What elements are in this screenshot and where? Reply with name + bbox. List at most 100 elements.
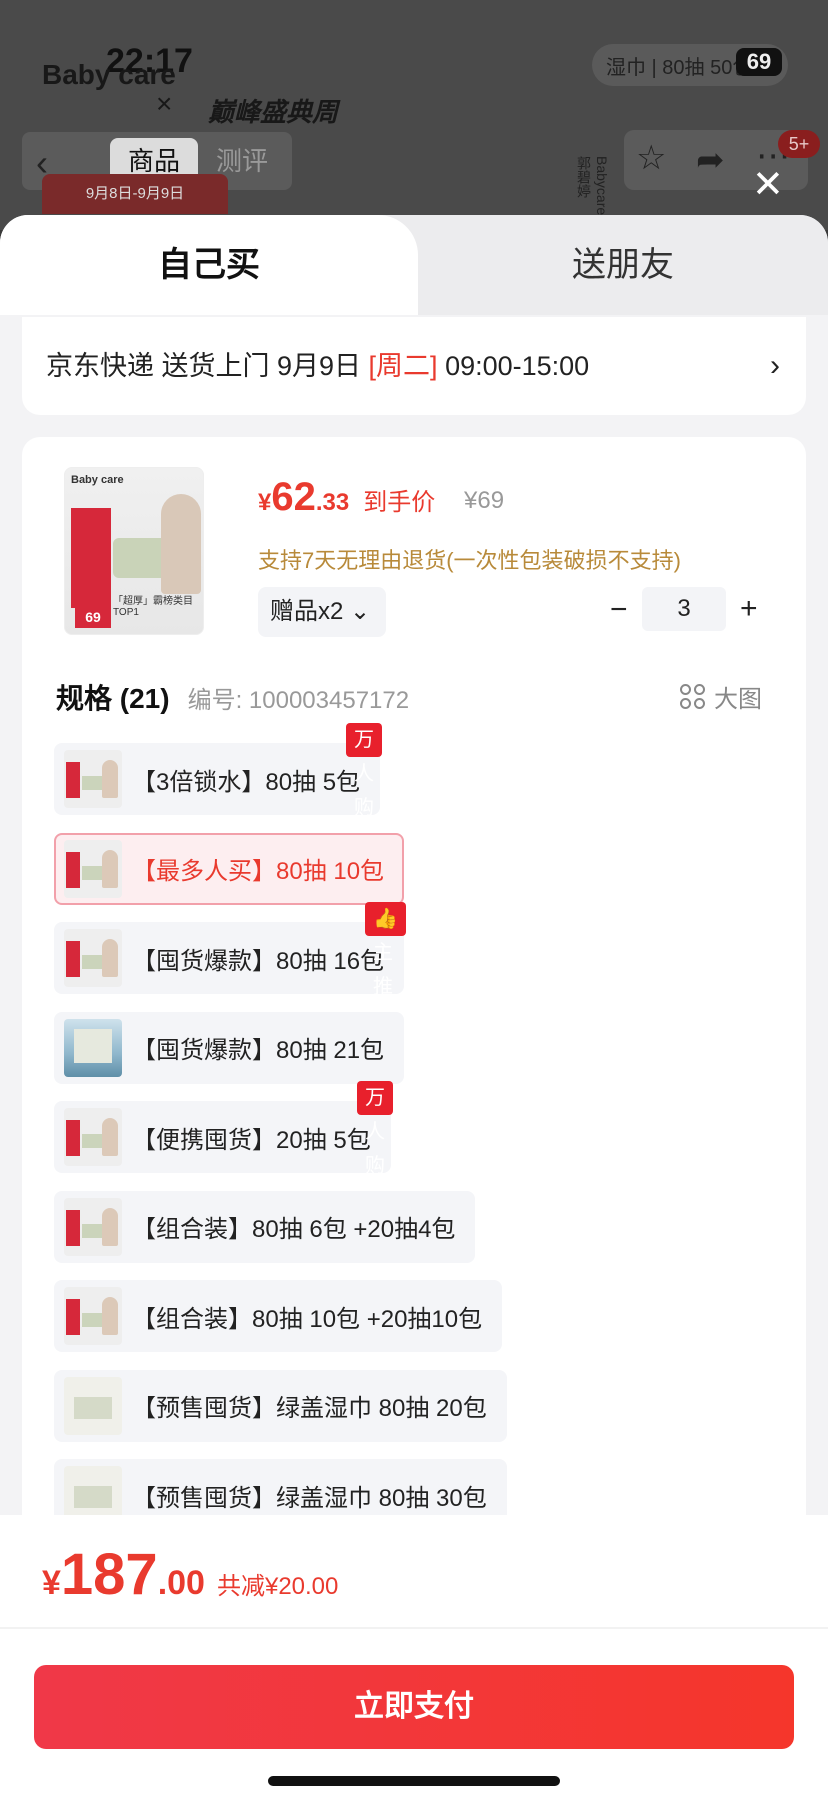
message-badge: 5+ [778,130,820,158]
bigpic-label: 大图 [714,686,762,713]
spec-option-label: 【组合装】80抽 6包 +20抽4包 [132,1216,456,1243]
spec-option-label: 【囤货爆款】80抽 16包 [132,947,385,975]
total-symbol: ¥ [42,1564,61,1602]
delivery-text: 京东快递 送货上门 9月9日 [46,351,369,381]
price-symbol: ¥ [258,489,272,516]
spec-thumbnail [64,1018,122,1077]
thumb-part [74,1396,112,1419]
spec-option-label: 【最多人买】80抽 10包 [132,858,385,885]
thumb-logo: Baby care [71,474,124,486]
thumb-part [82,1223,104,1238]
spec-thumbnail [64,1197,122,1256]
footer-divider [0,1627,828,1629]
thumb-part [66,941,80,977]
thumb-part [102,1207,118,1246]
spec-header: 规格 (21) 编号: 100003457172 [56,677,409,717]
background-page: 22:17 湿巾 | 80抽 50包 69 Baby care × 巅峰盛典周 … [0,0,828,230]
total-saving: 共减¥20.00 [216,1573,339,1600]
quantity-input[interactable]: 3 [642,587,726,631]
hot-badge: 万人购买 [346,723,382,853]
spec-option-label: 【囤货爆款】80抽 21包 [132,1037,385,1064]
thumb-red-block [71,508,111,608]
tab-send-friend[interactable]: 送朋友 [418,215,828,315]
spec-option[interactable]: 【组合装】80抽 10包 +20抽10包 [54,1280,503,1352]
original-price: ¥69 [464,487,505,514]
thumb-part [66,851,80,888]
brand-logo: Baby care [42,59,176,90]
brand-cross: × [156,88,173,119]
thumb-part [102,939,118,977]
qty-plus-button[interactable]: + [740,587,758,631]
spec-option[interactable]: 【囤货爆款】80抽 16包 [54,922,405,994]
spec-option[interactable]: 【最多人买】80抽 10包 [54,832,405,905]
hot-badge: 万人购买 [357,1081,393,1211]
chevron-right-icon: › [770,349,780,382]
thumb-part [102,1118,118,1156]
spec-thumbnail [64,929,122,987]
spec-option[interactable]: 【囤货爆款】80抽 21包 [54,1011,405,1084]
spec-thumbnail [64,1287,122,1345]
home-indicator [268,1776,560,1786]
thumb-part [74,1486,112,1508]
thumb-part [82,776,104,790]
spec-option[interactable]: 【组合装】80抽 6包 +20抽4包 [54,1190,476,1263]
total-decimal: .00 [157,1564,205,1602]
thumb-part [102,1297,118,1335]
badge-text: 主推 [373,942,393,998]
thumb-part [66,1299,80,1335]
tab-buy-self[interactable]: 自己买 [0,215,418,315]
price-label: 到手价 [363,489,436,516]
spec-thumbnail [64,1108,122,1166]
star-icon[interactable]: ☆ [636,138,666,178]
date-badge: 9月8日-9月9日 [42,174,228,214]
spec-option[interactable]: 【3倍锁水】80抽 5包 [54,743,381,815]
spec-thumbnail [64,839,122,898]
price-decimal: .33 [315,489,350,516]
delivery-weekday: [周二] [368,351,438,381]
thumb-part [74,1028,112,1063]
delivery-time: 09:00-15:00 [437,351,590,381]
product-card: Baby care 「超厚」霸榜类目TOP1 69 ¥ 62 .33 到手价 ¥… [22,437,806,1587]
grid-icon [680,683,706,710]
thumb-person [161,494,201,594]
thumb-part [66,1209,80,1246]
return-policy: 支持7天无理由退货(一次性包装破损不支持) [258,548,681,573]
thumb-label: 「超厚」霸榜类目TOP1 [113,596,193,618]
qty-minus-button[interactable]: − [610,587,628,633]
thumbs-up-icon: 👍 [373,908,398,930]
thumb-part [102,760,118,798]
campaign-logo: 巅峰盛典周 [208,97,339,127]
thumb-part [82,955,104,969]
buy-tabs: 自己买 送朋友 [0,215,828,315]
spec-option-label: 【3倍锁水】80抽 5包 [132,768,361,796]
thumb-part [102,849,118,888]
total-integer: 187 [60,1542,158,1607]
price-row: ¥ 62 .33 到手价 [258,475,435,520]
thumb-part [66,762,80,798]
spec-option-label: 【组合装】80抽 10包 +20抽10包 [132,1305,483,1333]
gift-selector[interactable]: 赠品x2 ⌄ [258,587,386,637]
thumb-part [82,865,104,880]
product-image[interactable]: Baby care 「超厚」霸榜类目TOP1 69 [64,467,204,635]
recommend-badge: 👍 主推 [365,902,406,998]
spec-option[interactable]: 【便携囤货】20抽 5包 [54,1101,391,1173]
share-icon[interactable]: ➦ [696,140,725,180]
spec-option[interactable]: 【预售囤货】绿盖湿巾 80抽 20包 [54,1369,507,1442]
pay-now-button[interactable]: 立即支付 [34,1665,794,1749]
thumb-price: 69 [75,606,111,628]
spec-title: 规格 (21) [56,683,170,714]
close-icon[interactable]: ✕ [752,162,784,207]
spec-thumbnail [64,750,122,808]
battery-indicator: 69 [736,48,782,76]
delivery-row[interactable]: 京东快递 送货上门 9月9日 [周二] 09:00-15:00 › [22,317,806,415]
spec-option-label: 【便携囤货】20抽 5包 [132,1126,371,1154]
thumb-part [82,1313,104,1327]
thumb-part [82,1134,104,1148]
spec-option-label: 【预售囤货】绿盖湿巾 80抽 20包 [132,1395,487,1422]
product-code: 编号: 100003457172 [187,687,410,714]
bigpic-button[interactable]: 大图 [680,679,762,714]
spec-option-label: 【预售囤货】绿盖湿巾 80抽 30包 [132,1484,487,1512]
checkout-footer: ¥ 187 .00 共减¥20.00 立即支付 [0,1515,828,1796]
purchase-sheet: 自己买 送朋友 京东快递 送货上门 9月9日 [周二] 09:00-15:00 … [0,215,828,1796]
bg-search-text: 湿巾 | 80抽 50包 [606,56,753,79]
